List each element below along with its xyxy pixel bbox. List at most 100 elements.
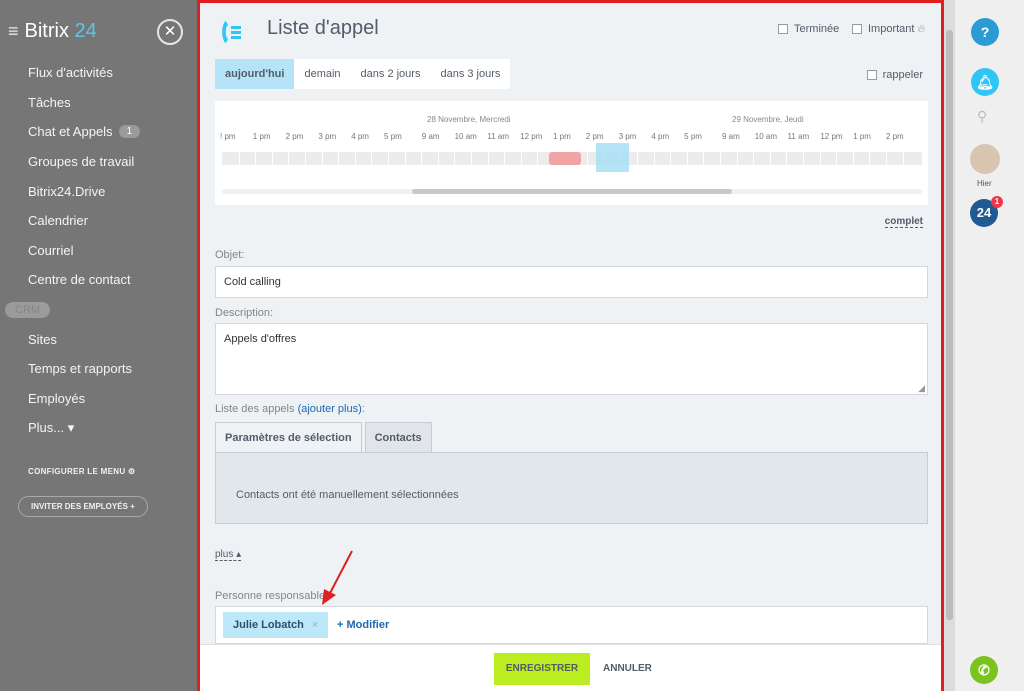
timeline-gridline	[587, 152, 589, 205]
description-textarea[interactable]: Appels d'offres ◢	[215, 323, 928, 395]
call-list-colon: :	[361, 403, 365, 415]
terminee-checkbox[interactable]: Terminée	[778, 23, 839, 35]
tab-tomorrow[interactable]: demain	[294, 59, 350, 89]
timeline-gridline	[836, 152, 838, 205]
sidebar-item-drive[interactable]: Bitrix24.Drive	[0, 176, 197, 206]
timeline-day-label: 29 Novembre, Jeudi	[732, 115, 804, 124]
sidebar-item-calendrier[interactable]: Calendrier	[0, 206, 197, 236]
timeline-hour-label: 12 pm	[520, 132, 543, 141]
search-icon[interactable]: ⚲	[977, 108, 987, 125]
hamburger-icon[interactable]: ≡	[8, 21, 19, 42]
sidebar-item-label: Bitrix24.Drive	[28, 183, 106, 199]
timeline-gridline	[703, 152, 705, 205]
rappeler-label: rappeler	[882, 69, 923, 81]
timeline-gridline	[720, 152, 721, 205]
sidebar-item-plus[interactable]: Plus... ▾	[0, 413, 197, 443]
timeline-day-label: 28 Novembre, Mercredi	[427, 115, 511, 124]
selection-tabs: Paramètres de sélection Contacts	[215, 422, 435, 453]
timeline-gridline	[271, 152, 273, 205]
cancel-button[interactable]: ANNULER	[603, 653, 652, 685]
timeline-gridline	[753, 152, 755, 205]
right-toolbar: ? 🔔︎ ⚲ Hier 24 1 ✆	[955, 0, 1024, 691]
save-button[interactable]: ENREGISTRER	[494, 653, 590, 685]
selection-text: Contacts ont été manuellement sélectionn…	[236, 489, 459, 501]
sidebar-menu: Flux d'activités Tâches Chat et Appels 1 …	[0, 58, 197, 443]
selected-slot[interactable]	[596, 143, 629, 172]
timeline-hour-label: 1 pm	[552, 132, 571, 141]
timeline-gridline	[819, 152, 821, 205]
sidebar-item-label: Groupes de travail	[28, 154, 135, 170]
checkbox-icon	[778, 24, 788, 35]
call-list-text: Liste des appels	[215, 403, 295, 415]
page-title: Liste d'appel	[267, 17, 379, 39]
timeline-hours: ! pm 1 pm 2 pm 3 pm 4 pm 5 pm 9 am 10 am 11 am 12…	[220, 132, 919, 141]
timeline-gridline	[504, 152, 506, 205]
timeline-scrollbar[interactable]	[222, 189, 922, 194]
sidebar-item-label: Tâches	[28, 94, 71, 110]
sidebar-item-label: Flux d'activités	[28, 65, 113, 81]
sidebar-item-temps[interactable]: Temps et rapports	[0, 354, 197, 384]
timeline-gridline	[404, 152, 406, 205]
sidebar-item-employes[interactable]: Employés	[0, 384, 197, 414]
sidebar-item-chat[interactable]: Chat et Appels 1	[0, 117, 197, 147]
timeline-hour-label: 11 am	[487, 132, 510, 141]
resize-handle-icon[interactable]: ◢	[918, 383, 925, 394]
sidebar-item-crm[interactable]: CRM	[0, 295, 197, 325]
help-button[interactable]: ?	[971, 18, 999, 46]
timeline-gridline	[388, 152, 389, 205]
call-list-icon	[222, 21, 241, 43]
notifications-button[interactable]: 🔔︎	[971, 68, 999, 96]
timeline-gridline	[454, 152, 456, 205]
add-more-link[interactable]: (ajouter plus)	[298, 403, 362, 415]
sidebar-item-contact[interactable]: Centre de contact	[0, 265, 197, 295]
tab-3-days[interactable]: dans 3 jours	[430, 59, 510, 89]
terminee-label: Terminée	[794, 23, 840, 35]
planner-timeline[interactable]: 28 Novembre, Mercredi 29 Novembre, Jeudi…	[215, 101, 928, 205]
hier-label: Hier	[977, 179, 992, 188]
panel-scrollbar[interactable]	[944, 0, 955, 691]
checkbox-icon	[866, 70, 877, 81]
timeline-gridline	[869, 152, 871, 205]
timeline-gridline	[354, 152, 356, 205]
day-tabs: aujourd'hui demain dans 2 jours dans 3 j…	[215, 59, 511, 89]
call-list-panel: Liste d'appel Terminée Important 🔥︎ aujo…	[197, 0, 944, 691]
scroll-thumb[interactable]	[412, 189, 732, 194]
sidebar-item-label: Sites	[28, 331, 57, 347]
configure-menu-button[interactable]: CONFIGURER LE MENU ⚙	[28, 467, 135, 476]
tab-selection-params[interactable]: Paramètres de sélection	[215, 422, 362, 453]
timeline-gridline	[305, 152, 306, 205]
timeline-gridline	[288, 152, 290, 205]
checkbox-icon	[852, 24, 862, 35]
complet-link[interactable]: complet	[884, 216, 923, 228]
invite-label: INVITER DES EMPLOYÉS +	[31, 502, 135, 511]
responsible-chip[interactable]: Julie Lobatch ×	[223, 612, 329, 638]
tab-today[interactable]: aujourd'hui	[215, 59, 295, 89]
timeline-gridline	[321, 152, 323, 205]
bitrix-logo[interactable]: ≡ Bitrix 24	[8, 20, 97, 43]
sidebar-item-groupes[interactable]: Groupes de travail	[0, 147, 197, 177]
sidebar-item-sites[interactable]: Sites	[0, 324, 197, 354]
sidebar-item-taches[interactable]: Tâches	[0, 88, 197, 118]
invite-employees-button[interactable]: INVITER DES EMPLOYÉS +	[18, 496, 148, 517]
timeline-gridline	[238, 152, 240, 205]
remove-icon[interactable]: ×	[312, 619, 318, 631]
tab-contacts[interactable]: Contacts	[364, 422, 432, 453]
sidebar-item-courriel[interactable]: Courriel	[0, 236, 197, 266]
rappeler-checkbox[interactable]: rappeler	[866, 69, 923, 81]
objet-label: Objet:	[215, 249, 245, 261]
important-label: Important	[868, 23, 915, 35]
timeline-hour-label: 4 pm	[651, 132, 670, 141]
objet-input[interactable]: Cold calling	[215, 266, 928, 298]
important-checkbox[interactable]: Important 🔥︎	[852, 23, 926, 36]
unread-badge: 1	[991, 196, 1003, 208]
avatar[interactable]	[970, 144, 1000, 174]
plus-toggle[interactable]: plus ▴	[215, 549, 242, 561]
scroll-thumb[interactable]	[946, 30, 953, 620]
call-list-label: Liste des appels (ajouter plus):	[215, 403, 365, 415]
modify-link[interactable]: + Modifier	[337, 619, 389, 631]
chat-count-badge: 1	[118, 125, 141, 139]
tab-2-days[interactable]: dans 2 jours	[351, 59, 431, 89]
sidebar-item-flux[interactable]: Flux d'activités	[0, 58, 197, 88]
close-panel-button[interactable]: ✕	[157, 19, 183, 45]
call-button[interactable]: ✆	[970, 656, 998, 684]
